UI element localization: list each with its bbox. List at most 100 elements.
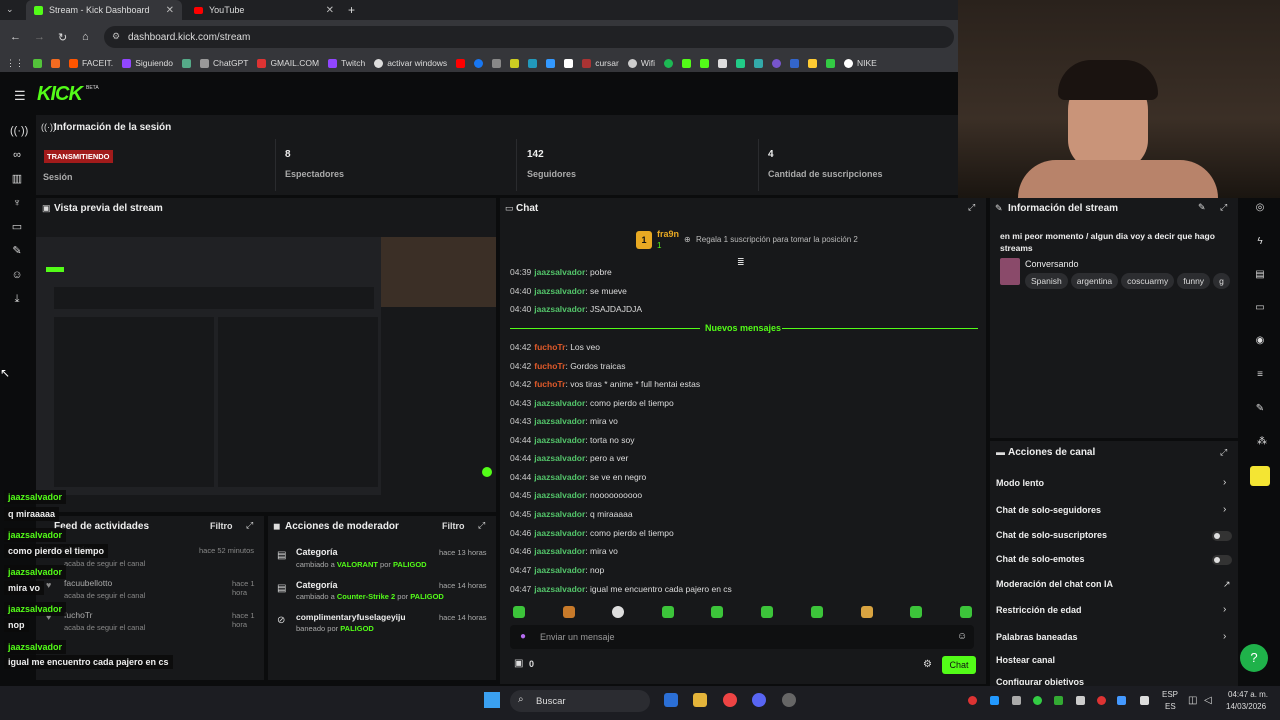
message-username[interactable]: jaazsalvador [534,398,585,408]
windows-start-icon[interactable] [484,692,500,708]
bookmark-cursar[interactable]: cursar [582,58,619,68]
list-icon[interactable]: ≡ [1253,369,1267,383]
bookmark-youtube[interactable] [456,58,466,68]
message-username[interactable]: fuchoTr [534,361,565,371]
wrench-icon[interactable]: ✎ [10,244,24,258]
help-icon[interactable]: ? [1240,644,1268,672]
tray-icon[interactable] [1033,696,1042,705]
network-icon[interactable]: ◫ [1188,695,1197,706]
language-top[interactable]: ESP [1162,690,1178,699]
goals-row[interactable]: Configurar objetivos [996,677,1084,685]
tab-kick-dashboard[interactable]: Stream - Kick Dashboard ✕ [26,0,182,20]
emote-icon[interactable] [563,606,575,618]
message-username[interactable]: jaazsalvador [534,509,585,519]
bookmark-green-2[interactable] [735,58,745,68]
emote-icon[interactable] [662,606,674,618]
chevron-right-icon[interactable]: › [1223,477,1226,488]
banned-words-row[interactable]: Palabras baneadas [996,632,1078,642]
url-input[interactable]: dashboard.kick.com/stream [104,26,954,48]
users-icon[interactable]: ☺ [10,268,24,282]
bookmark-siguiendo[interactable]: Siguiendo [122,58,173,68]
expand-icon[interactable]: ⤢ [478,520,485,531]
bookmark-discord[interactable] [717,58,727,68]
edit-icon[interactable]: ✎ [1198,202,1206,213]
emote-icon[interactable] [811,606,823,618]
message-username[interactable]: jaazsalvador [534,584,585,594]
emote-icon[interactable] [761,606,773,618]
message-username[interactable]: jaazsalvador [534,472,585,482]
bookmark-nike[interactable]: NIKE [843,58,877,68]
mod-filter[interactable]: Filtro [442,521,465,531]
new-tab-icon[interactable]: + [348,3,355,17]
ai-moderation-row[interactable]: Moderación del chat con IA [996,579,1113,589]
message-username[interactable]: jaazsalvador [534,435,585,445]
tab-youtube[interactable]: YouTube ✕ [186,0,342,20]
popout-icon[interactable]: ⤢ [968,202,975,213]
stream-preview-video[interactable] [36,237,496,495]
chevron-right-icon[interactable]: › [1223,504,1226,515]
volume-icon[interactable]: ◁ [1204,695,1212,706]
emotes-only-toggle[interactable] [1212,555,1232,565]
link-icon[interactable]: ∞ [10,148,24,162]
message-username[interactable]: fuchoTr [534,342,565,352]
bookmark-gmail[interactable]: GMAIL.COM [257,58,319,68]
nodes-icon[interactable]: ⁂ [1255,436,1269,450]
kick-logo[interactable]: KICK [37,83,83,106]
tray-icon[interactable] [1140,696,1149,705]
followers-only-row[interactable]: Chat de solo-seguidores [996,505,1101,515]
menu-icon[interactable]: ☰ [14,88,26,104]
message-username[interactable]: jaazsalvador [534,546,585,556]
analytics-icon[interactable]: ▥ [10,172,24,186]
chat-message-input[interactable]: Enviar un mensaje [510,625,974,649]
bookmark-activar-windows[interactable]: activar windows [374,58,447,68]
site-info-icon[interactable]: ⚙ [112,31,120,42]
age-restriction-row[interactable]: Restricción de edad [996,605,1082,615]
bookmark-spotify[interactable] [663,58,673,68]
message-username[interactable]: jaazsalvador [534,416,585,426]
clock-date[interactable]: 14/03/2026 [1226,702,1266,711]
bookmark-drive[interactable] [807,58,817,68]
bookmark-purple[interactable] [771,58,781,68]
category-name[interactable]: Conversando [1025,259,1079,269]
emote-icon[interactable] [711,606,723,618]
message-username[interactable]: jaazsalvador [534,565,585,575]
chat-bubble-icon[interactable]: ▭ [1253,302,1267,316]
emote-icon[interactable] [910,606,922,618]
gift-promo[interactable]: Regala 1 suscripción para tomar la posic… [696,235,858,244]
host-channel-row[interactable]: Hostear canal [996,655,1055,665]
tray-icon[interactable] [1076,696,1085,705]
steam-icon[interactable] [782,693,796,707]
subscribers-only-row[interactable]: Chat de solo-suscriptores [996,530,1107,540]
expand-icon[interactable]: ⤢ [1220,202,1227,213]
home-icon[interactable]: ⌂ [82,31,89,43]
download-icon[interactable]: ⤓ [10,292,24,306]
tray-icon[interactable] [1117,696,1126,705]
bookmark-faceit[interactable]: FACEIT. [69,58,113,68]
bookmark-mail[interactable] [546,58,556,68]
message-username[interactable]: jaazsalvador [534,267,585,277]
bookmark-x[interactable] [564,58,574,68]
video-icon[interactable]: ▭ [10,220,24,234]
wrench-icon[interactable]: ✎ [1253,403,1267,417]
lightning-icon[interactable]: ϟ [1253,236,1267,250]
bookmark-facebook[interactable] [474,58,484,68]
close-tab-icon[interactable]: ✕ [166,5,174,16]
bookmark-chatgpt[interactable]: ChatGPT [200,58,248,68]
message-username[interactable]: fuchoTr [534,379,565,389]
apps-icon[interactable]: ⋮⋮ [6,58,24,69]
store-icon[interactable] [664,693,678,707]
taskbar-search[interactable]: Buscar [510,690,650,712]
bookmark-teal[interactable] [753,58,763,68]
bookmark-yellow[interactable] [510,58,520,68]
send-chat-button[interactable]: Chat [942,656,976,674]
bookmark-blue[interactable] [182,58,191,68]
emote-icon[interactable] [513,606,525,618]
chevron-right-icon[interactable]: › [1223,631,1226,642]
stream-broadcast-icon[interactable]: ((·)) [10,124,28,138]
tab-list-icon[interactable]: ⌄ [6,4,14,15]
expand-icon[interactable]: ⤢ [1220,447,1227,458]
emote-icon[interactable] [861,606,873,618]
top-gifter-name[interactable]: fra9n [657,229,679,239]
reload-icon[interactable]: ↻ [58,31,67,44]
chrome-icon[interactable] [723,693,737,707]
